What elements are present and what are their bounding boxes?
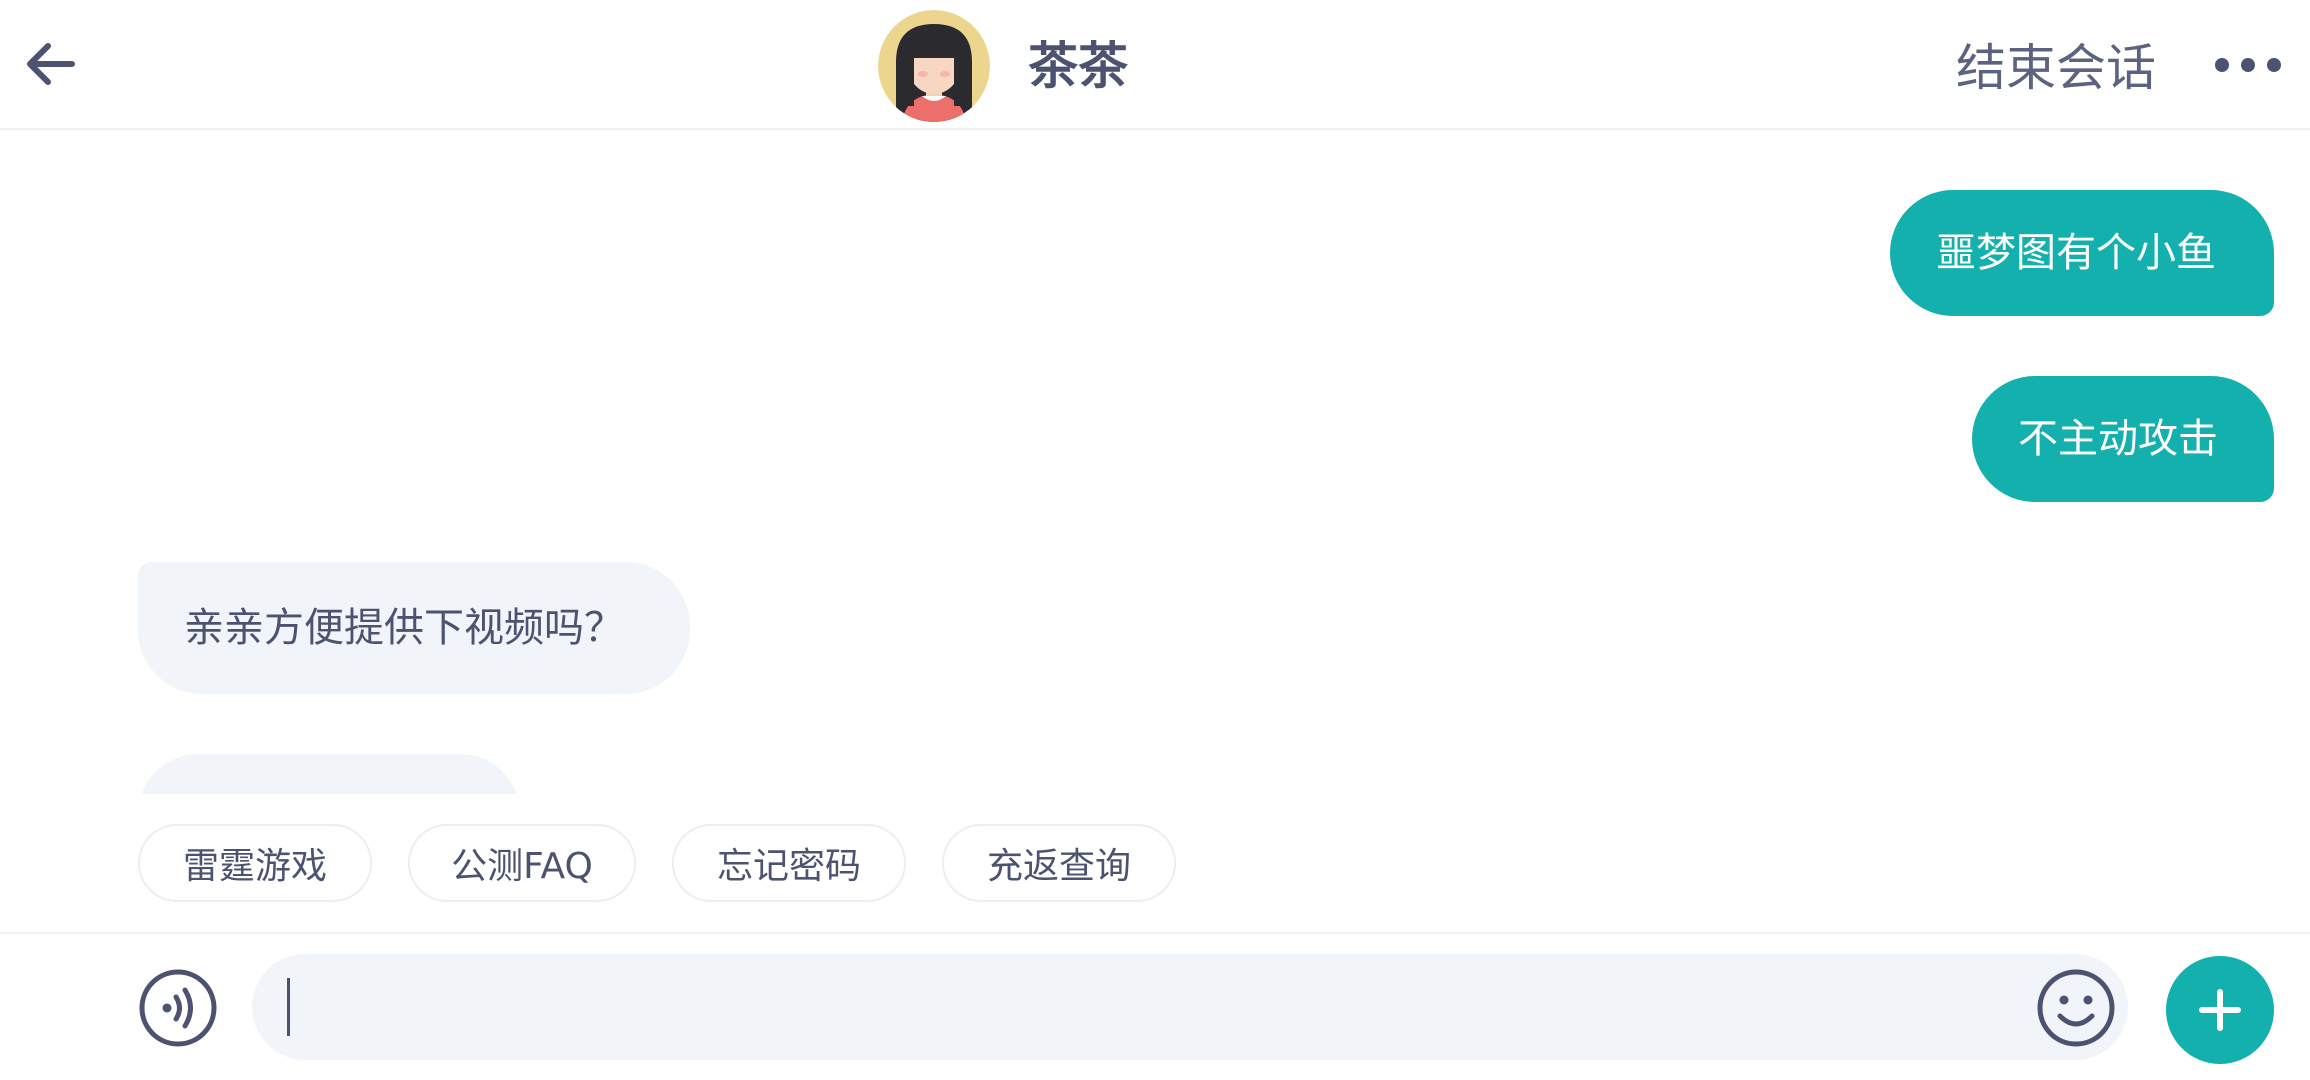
more-dots-icon bbox=[2215, 58, 2281, 72]
incoming-message bbox=[138, 754, 520, 794]
chat-header: 茶茶 结束会话 bbox=[0, 0, 2310, 130]
outgoing-message: 不主动攻击 bbox=[1972, 376, 2274, 502]
quick-reply-chip[interactable]: 雷霆游戏 bbox=[138, 824, 372, 902]
message-list[interactable]: 噩梦图有个小鱼 不主动攻击 亲亲方便提供下视频吗？ bbox=[0, 130, 2310, 794]
outgoing-message: 噩梦图有个小鱼 bbox=[1890, 190, 2274, 316]
quick-reply-chip[interactable]: 公测FAQ bbox=[408, 824, 636, 902]
quick-reply-chip[interactable]: 充返查询 bbox=[942, 824, 1176, 902]
contact-name: 茶茶 bbox=[1028, 37, 1128, 95]
back-button[interactable] bbox=[22, 36, 78, 92]
more-button[interactable] bbox=[2212, 48, 2284, 82]
quick-reply-chip[interactable]: 忘记密码 bbox=[672, 824, 906, 902]
add-attachment-button[interactable] bbox=[2166, 956, 2274, 1064]
plus-icon bbox=[2199, 989, 2241, 1031]
message-input[interactable] bbox=[252, 954, 2128, 1060]
message-text: 噩梦图有个小鱼 bbox=[1936, 230, 2216, 276]
emoji-icon bbox=[2037, 969, 2115, 1047]
message-text: 不主动攻击 bbox=[2018, 416, 2218, 462]
voice-icon bbox=[139, 969, 217, 1047]
avatar bbox=[878, 10, 990, 122]
message-text: 亲亲方便提供下视频吗？ bbox=[184, 605, 624, 651]
end-chat-button[interactable]: 结束会话 bbox=[1956, 36, 2156, 100]
input-bar bbox=[0, 932, 2310, 1080]
text-cursor bbox=[287, 978, 290, 1036]
voice-button[interactable] bbox=[138, 968, 218, 1048]
quick-reply-bar: 雷霆游戏 公测FAQ 忘记密码 充返查询 bbox=[0, 824, 2310, 904]
incoming-message: 亲亲方便提供下视频吗？ bbox=[138, 562, 690, 694]
arrow-left-icon bbox=[27, 43, 75, 85]
emoji-button[interactable] bbox=[2036, 968, 2116, 1048]
